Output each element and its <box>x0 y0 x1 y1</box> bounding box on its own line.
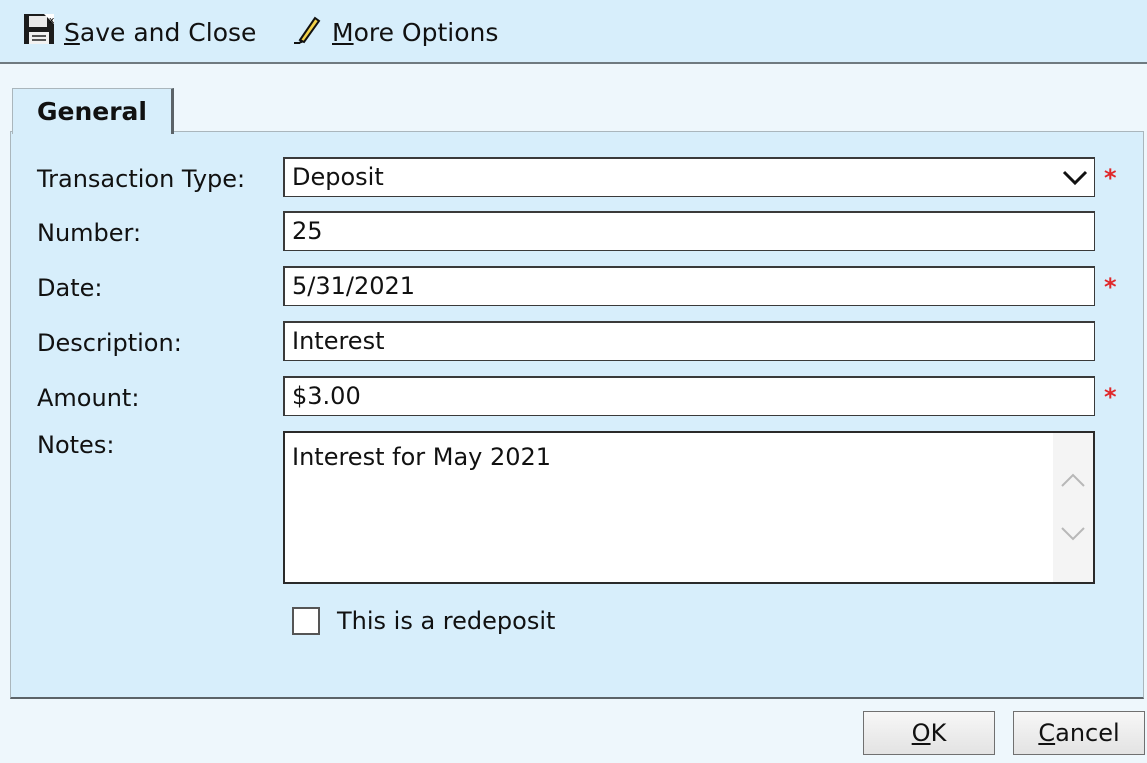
svg-text:x: x <box>49 16 55 26</box>
save-and-close-button[interactable]: x Save and Close <box>22 10 256 54</box>
notes-value: Interest for May 2021 <box>292 443 552 471</box>
tab-general-label: General <box>37 97 147 126</box>
date-field[interactable]: 5/31/2021 <box>283 266 1095 306</box>
ok-label: OK <box>911 719 947 747</box>
pencil-icon <box>292 13 324 51</box>
more-options-button[interactable]: More Options <box>292 10 498 54</box>
amount-label: Amount: <box>37 384 140 412</box>
save-and-close-label: Save and Close <box>64 17 257 47</box>
cancel-button[interactable]: Cancel <box>1013 711 1145 755</box>
floppy-disk-icon: x <box>22 12 56 52</box>
notes-scrollbar[interactable] <box>1053 433 1093 582</box>
more-options-label: More Options <box>332 17 499 47</box>
number-label: Number: <box>37 219 142 247</box>
transaction-type-label: Transaction Type: <box>37 165 246 193</box>
transaction-type-value: Deposit <box>292 163 384 191</box>
required-asterisk: * <box>1104 164 1117 192</box>
tab-general[interactable]: General <box>12 88 174 134</box>
description-field[interactable]: Interest <box>283 321 1095 361</box>
transaction-type-select[interactable]: Deposit <box>283 157 1095 197</box>
number-field[interactable]: 25 <box>283 211 1095 251</box>
date-label: Date: <box>37 274 103 302</box>
ok-button[interactable]: OK <box>863 711 995 755</box>
required-asterisk: * <box>1104 273 1117 301</box>
redeposit-checkbox[interactable] <box>292 607 320 635</box>
cancel-label: Cancel <box>1038 719 1120 747</box>
chevron-down-icon[interactable] <box>1062 164 1088 190</box>
toolbar: x Save and Close More Options <box>0 0 1147 64</box>
amount-field[interactable]: $3.00 <box>283 376 1095 416</box>
notes-label: Notes: <box>37 431 115 459</box>
scroll-up-icon[interactable] <box>1059 467 1087 495</box>
redeposit-label[interactable]: This is a redeposit <box>337 606 555 636</box>
notes-textarea[interactable]: Interest for May 2021 <box>283 431 1095 584</box>
scroll-down-icon[interactable] <box>1059 519 1087 547</box>
required-asterisk: * <box>1104 383 1117 411</box>
description-label: Description: <box>37 329 182 357</box>
